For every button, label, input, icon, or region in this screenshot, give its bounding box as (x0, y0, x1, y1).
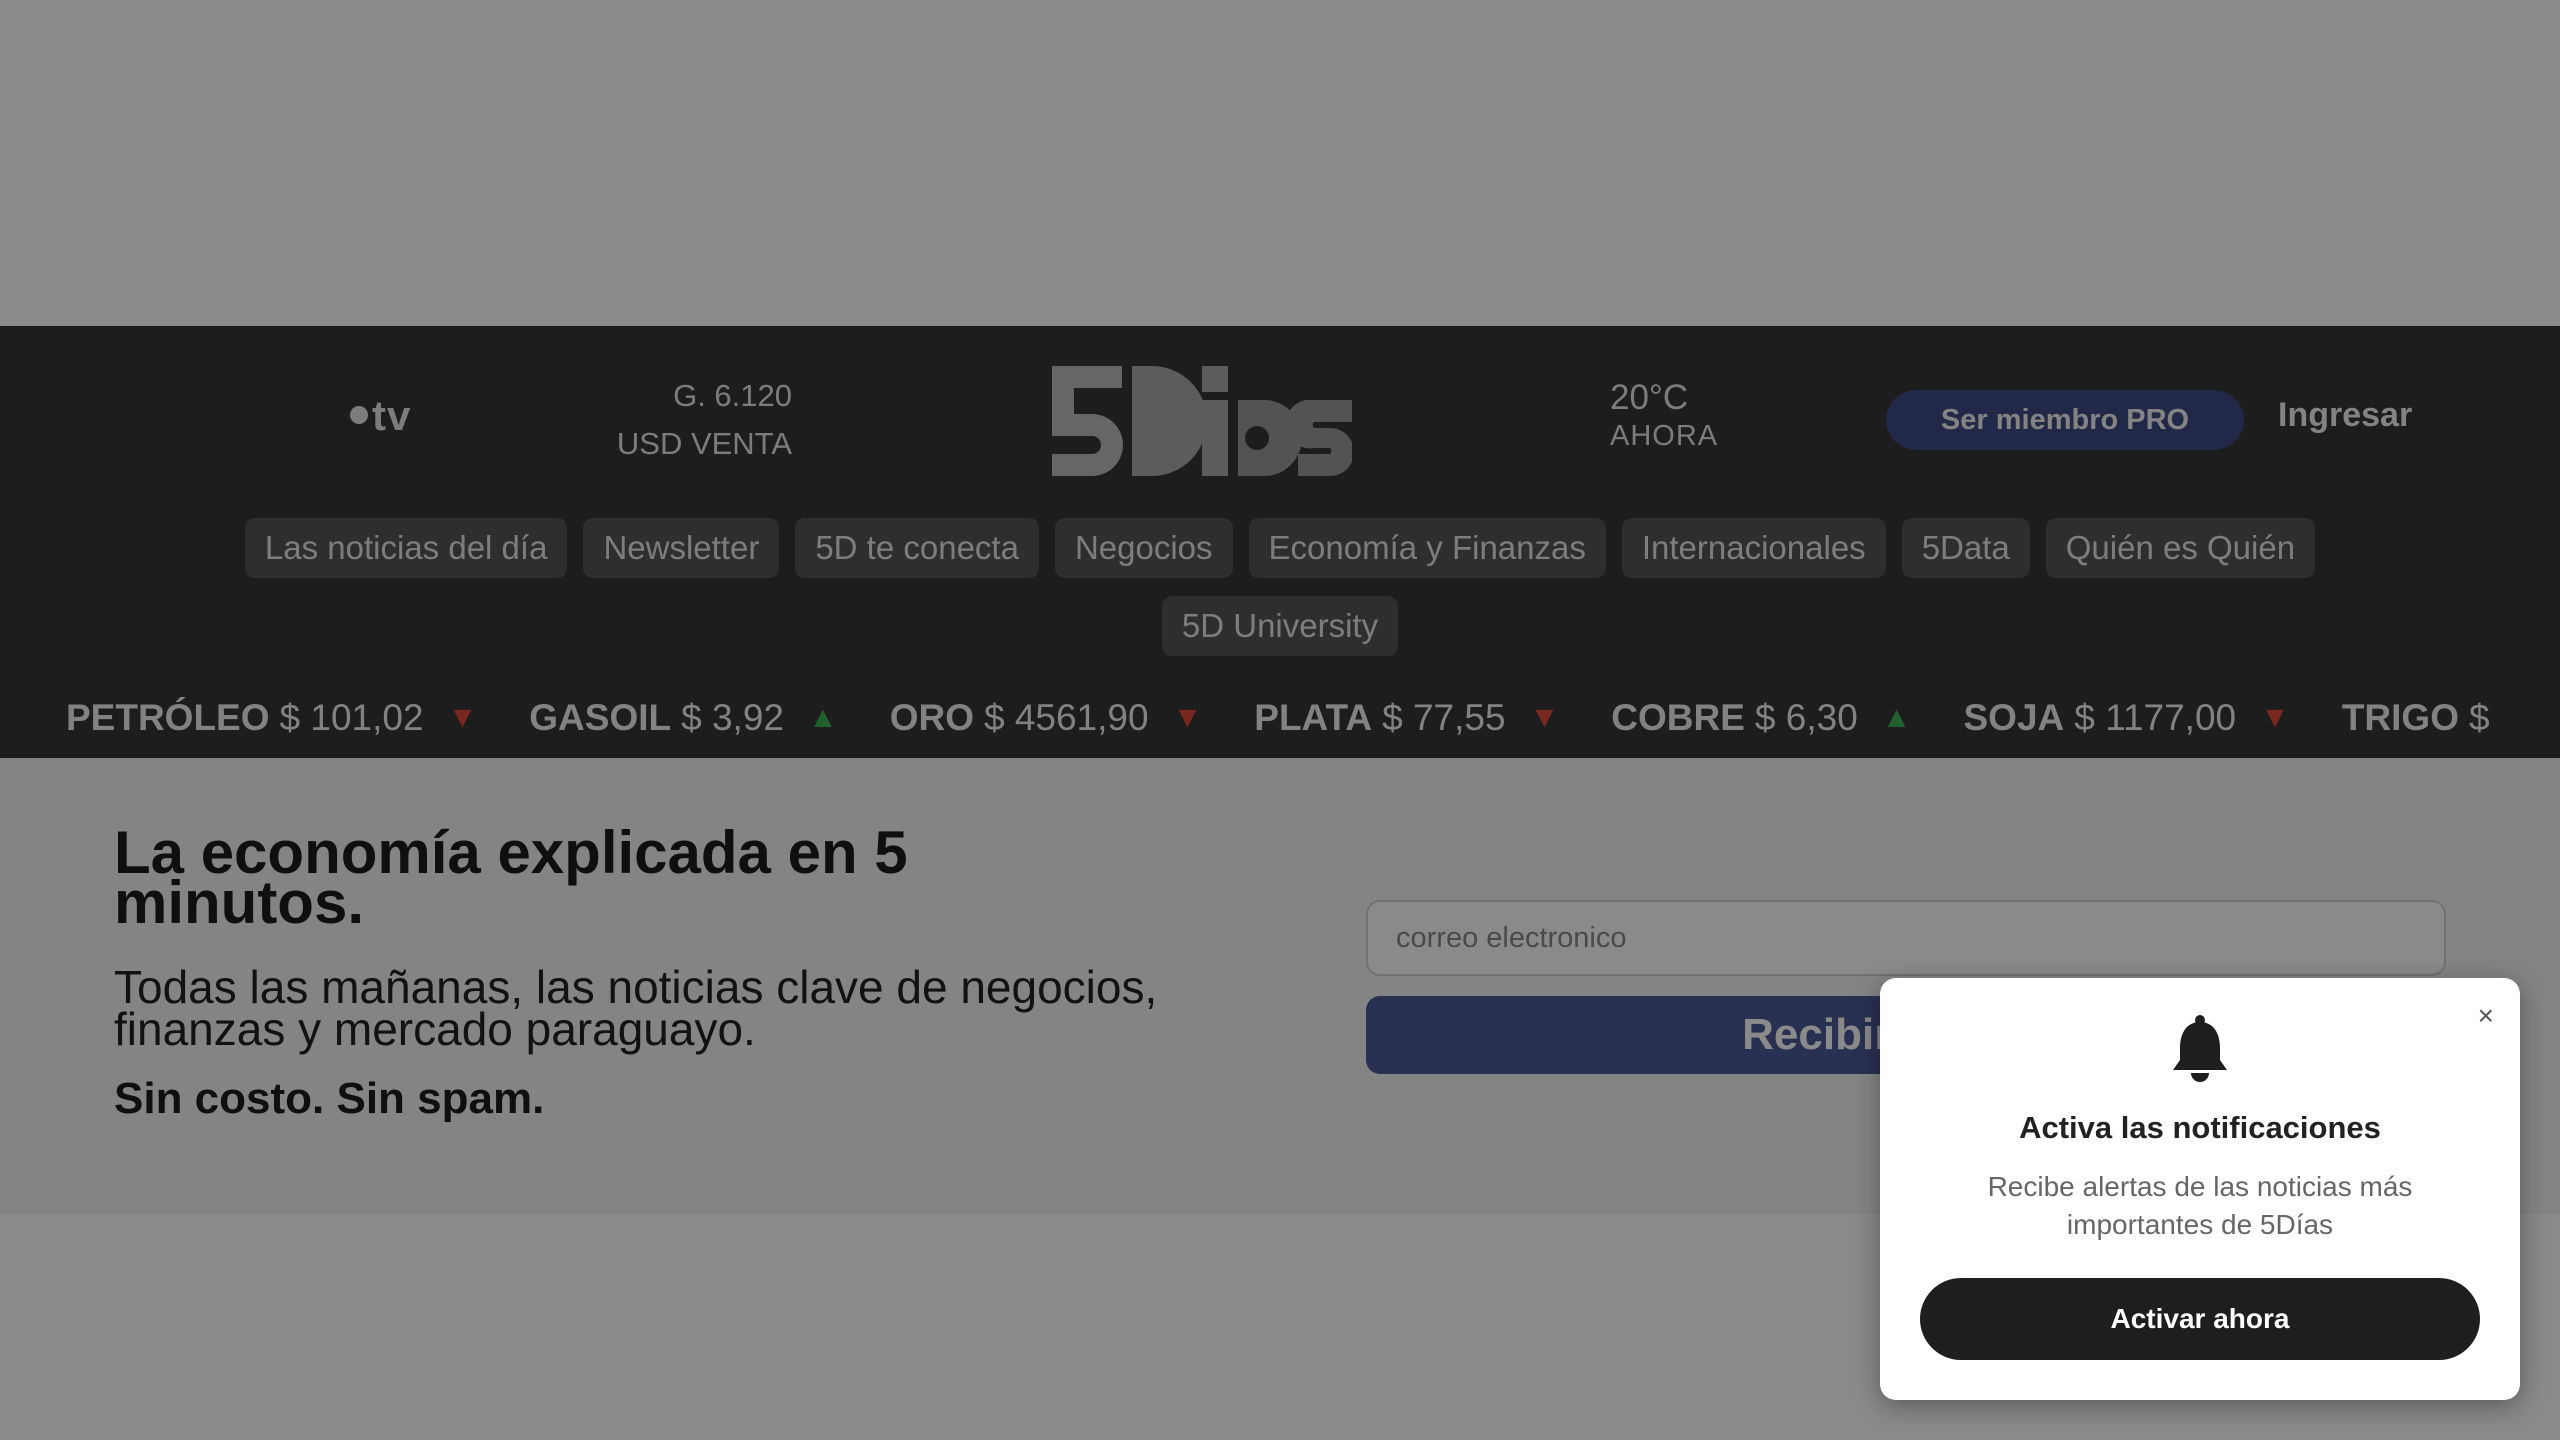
close-icon[interactable]: × (2478, 1000, 2494, 1032)
notification-prompt: × Activa las notificaciones Recibe alert… (1880, 978, 2520, 1400)
notification-text: Recibe alertas de las noticias más impor… (1987, 1171, 2413, 1240)
activate-notifications-button[interactable]: Activar ahora (1920, 1278, 2480, 1360)
notification-title: Activa las notificaciones (2019, 1110, 2381, 1145)
bell-icon (2173, 1015, 2227, 1082)
